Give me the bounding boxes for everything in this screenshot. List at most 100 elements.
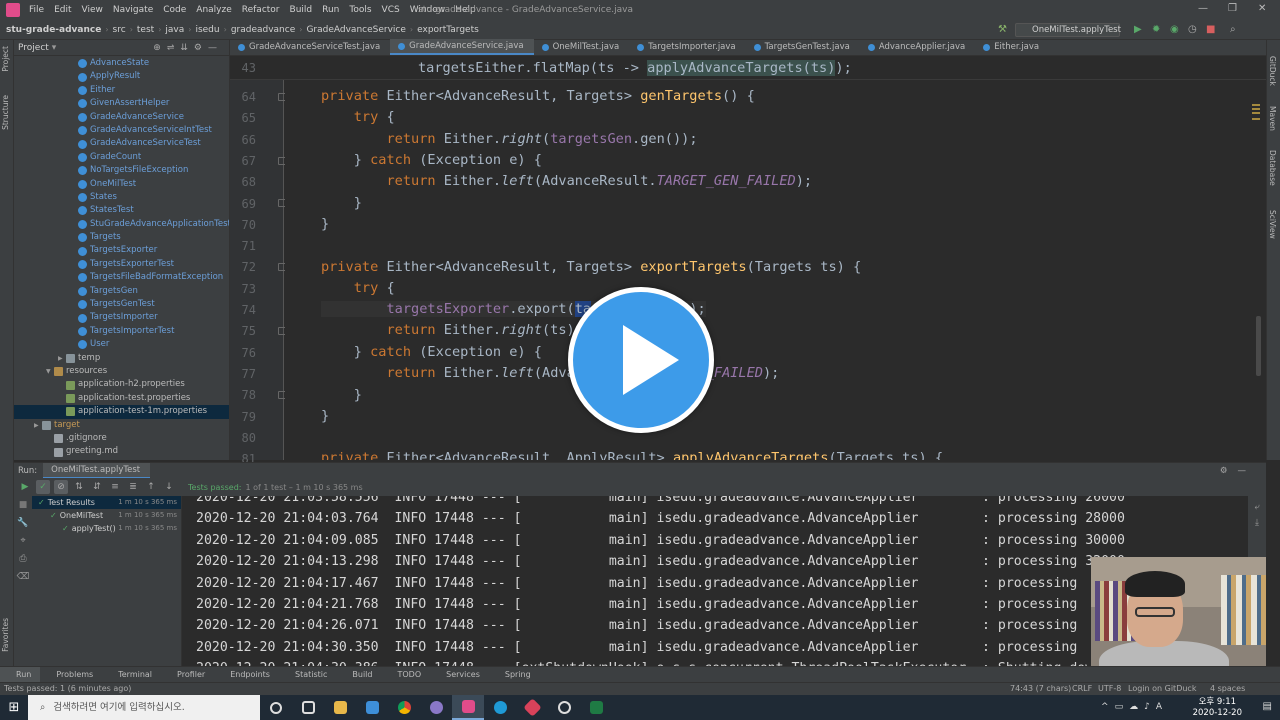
run-icon[interactable]: ▶ <box>1134 24 1142 35</box>
coverage-icon[interactable]: ◉ <box>1170 24 1179 35</box>
project-tree-item[interactable]: Either <box>14 84 229 97</box>
project-tree-item[interactable]: NoTargetsFileException <box>14 164 229 177</box>
tree-expand-icon[interactable]: ▶ <box>34 419 42 432</box>
profiler-icon[interactable]: ◷ <box>1188 24 1197 35</box>
test-tree-item[interactable]: ✓ applyTest() 1 m 10 s 365 ms <box>32 522 181 535</box>
breadcrumb-item[interactable]: exportTargets <box>417 25 479 35</box>
tool-tab-problems[interactable]: Problems <box>40 670 102 679</box>
menu-item-code[interactable]: Code <box>158 5 191 15</box>
trash-icon[interactable]: ⌫ <box>14 568 32 586</box>
project-tree-item[interactable]: ▶ temp <box>14 352 229 365</box>
show-passed-icon[interactable]: ✓ <box>36 480 50 494</box>
project-tree-item[interactable]: ApplyResult <box>14 70 229 83</box>
menu-item-refactor[interactable]: Refactor <box>237 5 285 15</box>
test-tree-item[interactable]: ✓ OneMilTest 1 m 10 s 365 ms <box>32 509 181 522</box>
project-tree-item[interactable]: TargetsExporter <box>14 244 229 257</box>
tool-tab-spring[interactable]: Spring <box>489 670 540 679</box>
menu-item-build[interactable]: Build <box>285 5 318 15</box>
test-tree-item[interactable]: ✓ Test Results 1 m 10 s 365 ms <box>32 496 181 509</box>
run-tab[interactable]: OneMilTest.applyTest <box>43 462 151 479</box>
tree-expand-icon[interactable]: ▼ <box>46 365 54 378</box>
project-tree-item[interactable]: GradeAdvanceServiceIntTest <box>14 124 229 137</box>
line-separator[interactable]: CRLF <box>1072 684 1092 693</box>
sort-duration-icon[interactable]: ⇵ <box>90 480 104 494</box>
project-panel-title[interactable]: Project <box>18 43 49 53</box>
pin-icon[interactable]: ⌖ <box>14 532 32 550</box>
project-tree-item[interactable]: GradeCount <box>14 151 229 164</box>
taskbar-search-box[interactable]: ⌕ 검색하려면 여기에 입력하십시오. <box>28 695 260 720</box>
project-tree-item[interactable]: TargetsImporter <box>14 311 229 324</box>
favorites-tool-label[interactable]: Favorites <box>1 618 10 652</box>
run-panel-settings-icon[interactable]: ⚙— <box>1220 466 1256 476</box>
app-icon-red[interactable] <box>516 695 548 720</box>
expand-all-icon[interactable]: ≡ <box>108 480 122 494</box>
edge-icon[interactable] <box>484 695 516 720</box>
run-console[interactable]: 2020-12-20 21:03:58.556 INFO 17448 --- [… <box>183 496 1248 666</box>
indent-setting[interactable]: 4 spaces <box>1210 684 1245 693</box>
file-explorer-icon[interactable] <box>324 695 356 720</box>
app-icon-gear[interactable] <box>548 695 580 720</box>
menu-item-view[interactable]: View <box>77 5 108 15</box>
tool-tab-endpoints[interactable]: Endpoints <box>214 670 279 679</box>
maven-tool-label[interactable]: Maven <box>1268 106 1277 131</box>
project-tree-item[interactable]: greeting.md <box>14 445 229 458</box>
project-tool-label[interactable]: Project <box>1 46 10 72</box>
menu-item-vcs[interactable]: VCS <box>377 5 405 15</box>
project-tree-item[interactable]: StatesTest <box>14 204 229 217</box>
tool-tab-terminal[interactable]: Terminal <box>102 670 161 679</box>
project-tree-item[interactable]: TargetsGen <box>14 285 229 298</box>
stop-icon[interactable]: ■ <box>1206 24 1215 35</box>
project-tree-item[interactable]: GradeAdvanceService <box>14 111 229 124</box>
project-tree-item[interactable]: Targets <box>14 231 229 244</box>
system-tray-icons[interactable]: ^▭☁♪A <box>1101 702 1168 712</box>
project-tree-item[interactable]: OneMilTest <box>14 178 229 191</box>
app-icon-purple[interactable] <box>420 695 452 720</box>
previous-icon[interactable]: ↑ <box>144 480 158 494</box>
scroll-to-end-icon[interactable]: ⤓ <box>1248 518 1266 528</box>
editor-tab[interactable]: GradeAdvanceServiceTest.java <box>230 39 390 55</box>
tool-tab-profiler[interactable]: Profiler <box>161 670 214 679</box>
menu-item-run[interactable]: Run <box>317 5 344 15</box>
project-panel-toolbar-icons[interactable]: ⊕⇌⇊⚙— <box>153 43 223 53</box>
rerun-icon[interactable]: ▶ <box>18 480 32 494</box>
mail-icon[interactable] <box>356 695 388 720</box>
soft-wrap-icon[interactable]: ⤶ <box>1248 502 1266 512</box>
chevron-down-icon[interactable]: ▾ <box>52 43 57 53</box>
tool-tab-todo[interactable]: TODO <box>381 670 430 679</box>
editor-tab[interactable]: OneMilTest.java <box>534 39 630 55</box>
menu-item-analyze[interactable]: Analyze <box>191 5 236 15</box>
database-tool-label[interactable]: Database <box>1268 150 1277 186</box>
next-icon[interactable]: ↓ <box>162 480 176 494</box>
project-tree-item[interactable]: AdvanceState <box>14 57 229 70</box>
editor-scrollbar[interactable] <box>1251 56 1266 460</box>
sort-alpha-icon[interactable]: ⇅ <box>72 480 86 494</box>
status-message[interactable]: Tests passed: 1 (6 minutes ago) <box>4 684 131 693</box>
project-tree-item[interactable]: application-test-1m.properties <box>14 405 229 419</box>
project-tree-item[interactable]: application-h2.properties <box>14 378 229 391</box>
show-ignored-icon[interactable]: ⊘ <box>54 480 68 494</box>
project-tree-item[interactable]: application-test.properties <box>14 392 229 405</box>
sticky-scroll-line[interactable]: 43 targetsEither.flatMap(ts -> applyAdva… <box>230 56 1266 80</box>
run-config-selector[interactable]: OneMilTest.applyTest <box>1015 23 1121 37</box>
caret-position[interactable]: 74:43 (7 chars) <box>1010 684 1071 693</box>
breadcrumb-item[interactable]: test <box>137 25 154 35</box>
file-encoding[interactable]: UTF-8 <box>1098 684 1121 693</box>
project-tree-item[interactable]: States <box>14 191 229 204</box>
tool-tab-run[interactable]: Run <box>0 666 41 683</box>
tree-expand-icon[interactable]: ▶ <box>58 352 66 365</box>
breadcrumb-item[interactable]: GradeAdvanceService <box>306 25 405 35</box>
project-tree-item[interactable]: User <box>14 338 229 351</box>
excel-icon[interactable] <box>580 695 612 720</box>
minimize-icon[interactable]: — <box>1198 3 1208 14</box>
windows-start-icon[interactable]: ⊞ <box>0 695 28 720</box>
breadcrumb-item[interactable]: src <box>113 25 126 35</box>
menu-item-file[interactable]: File <box>24 5 49 15</box>
video-play-button[interactable] <box>568 287 714 433</box>
breadcrumb-item[interactable]: gradeadvance <box>231 25 295 35</box>
intellij-taskbar-icon[interactable] <box>452 695 484 720</box>
gitduck-login[interactable]: Login on GitDuck <box>1128 684 1196 693</box>
task-view-icon[interactable] <box>292 695 324 720</box>
wrench-icon[interactable]: 🔧 <box>14 514 32 532</box>
tool-tab-build[interactable]: Build <box>336 670 381 679</box>
close-icon[interactable]: ✕ <box>1258 3 1266 14</box>
